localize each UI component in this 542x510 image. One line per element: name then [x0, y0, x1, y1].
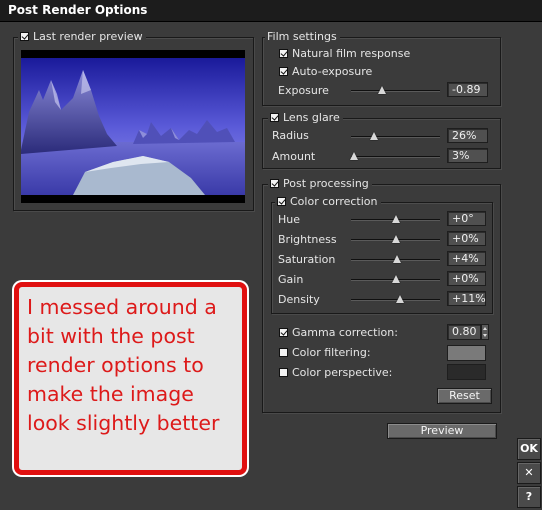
exposure-label: Exposure — [278, 84, 329, 97]
post-processing-title: Post processing — [283, 177, 369, 190]
color-perspective-swatch[interactable] — [447, 364, 486, 380]
ok-button[interactable]: OK — [517, 438, 541, 460]
film-settings-legend: Film settings — [265, 30, 340, 43]
preview-label: Last render preview — [33, 30, 143, 43]
lens-glare-checkbox[interactable] — [270, 113, 279, 122]
density-slider-thumb[interactable] — [395, 295, 404, 303]
hue-slider[interactable] — [351, 215, 440, 224]
exposure-value[interactable]: -0.89 — [447, 82, 488, 97]
gamma-correction-row[interactable]: Gamma correction: — [279, 326, 398, 339]
preview-legend: Last render preview — [18, 30, 146, 43]
radius-value[interactable]: 26% — [447, 128, 488, 143]
color-perspective-row[interactable]: Color perspective: — [279, 366, 392, 379]
post-processing-legend: Post processing — [268, 177, 372, 190]
color-filtering-row[interactable]: Color filtering: — [279, 346, 371, 359]
color-correction-checkbox[interactable] — [277, 197, 286, 206]
auto-exposure-label: Auto-exposure — [292, 65, 373, 78]
radius-slider-track — [351, 136, 440, 137]
gain-slider[interactable] — [351, 275, 440, 284]
exposure-slider-thumb[interactable] — [378, 86, 387, 94]
color-filtering-label: Color filtering: — [292, 346, 371, 359]
saturation-value[interactable]: +4% — [447, 251, 486, 266]
cancel-button[interactable]: ✕ — [517, 462, 541, 484]
natural-film-response-label: Natural film response — [292, 47, 411, 60]
color-filtering-swatch[interactable] — [447, 345, 486, 361]
film-settings-title: Film settings — [267, 30, 337, 43]
title-bar[interactable]: Post Render Options — [0, 0, 542, 22]
help-button[interactable]: ? — [517, 486, 541, 508]
lens-glare-legend: Lens glare — [268, 111, 343, 124]
amount-slider-track — [351, 156, 440, 157]
render-preview-image — [21, 50, 245, 203]
saturation-slider-thumb[interactable] — [393, 255, 402, 263]
brightness-slider-thumb[interactable] — [391, 235, 400, 243]
gamma-spin-up-icon[interactable] — [483, 327, 487, 330]
annotation-text: I messed around a bit with the post rend… — [27, 295, 220, 435]
saturation-label: Saturation — [278, 253, 336, 266]
color-correction-legend: Color correction — [275, 195, 381, 208]
brightness-label: Brightness — [278, 233, 337, 246]
gain-value[interactable]: +0% — [447, 271, 486, 286]
brightness-slider[interactable] — [351, 235, 440, 244]
brightness-value[interactable]: +0% — [447, 231, 486, 246]
auto-exposure-row[interactable]: Auto-exposure — [279, 65, 372, 78]
density-value[interactable]: +11% — [447, 291, 486, 306]
preview-button[interactable]: Preview — [387, 423, 497, 439]
radius-slider[interactable] — [351, 132, 440, 141]
amount-value[interactable]: 3% — [447, 148, 488, 163]
saturation-slider[interactable] — [351, 255, 440, 264]
color-filtering-checkbox[interactable] — [279, 348, 288, 357]
reset-button[interactable]: Reset — [437, 388, 492, 404]
color-perspective-checkbox[interactable] — [279, 368, 288, 377]
hue-slider-thumb[interactable] — [391, 215, 400, 223]
exposure-slider-track — [351, 90, 440, 91]
lens-glare-title: Lens glare — [283, 111, 340, 124]
color-correction-title: Color correction — [290, 195, 378, 208]
gamma-correction-label: Gamma correction: — [292, 326, 398, 339]
amount-slider-thumb[interactable] — [349, 152, 358, 160]
gain-slider-thumb[interactable] — [391, 275, 400, 283]
gamma-correction-checkbox[interactable] — [279, 328, 288, 337]
gamma-spinner[interactable] — [481, 324, 489, 340]
post-processing-checkbox[interactable] — [270, 179, 279, 188]
color-perspective-label: Color perspective: — [292, 366, 393, 379]
natural-film-response-checkbox[interactable] — [279, 49, 288, 58]
exposure-slider[interactable] — [351, 86, 440, 95]
auto-exposure-checkbox[interactable] — [279, 67, 288, 76]
annotation-callout: I messed around a bit with the post rend… — [14, 282, 247, 475]
amount-label: Amount — [272, 150, 316, 163]
radius-label: Radius — [272, 129, 309, 142]
render-preview-svg — [21, 50, 245, 203]
radius-slider-thumb[interactable] — [370, 132, 379, 140]
hue-value[interactable]: +0° — [447, 211, 486, 226]
amount-slider[interactable] — [349, 152, 440, 161]
density-label: Density — [278, 293, 320, 306]
window-title: Post Render Options — [8, 3, 148, 17]
gain-label: Gain — [278, 273, 304, 286]
preview-checkbox[interactable] — [20, 32, 29, 41]
natural-film-response-row[interactable]: Natural film response — [279, 47, 410, 60]
density-slider[interactable] — [351, 295, 440, 304]
gamma-value[interactable]: 0.80 — [447, 324, 481, 340]
hue-label: Hue — [278, 213, 301, 226]
gamma-spin-down-icon[interactable] — [483, 334, 487, 337]
